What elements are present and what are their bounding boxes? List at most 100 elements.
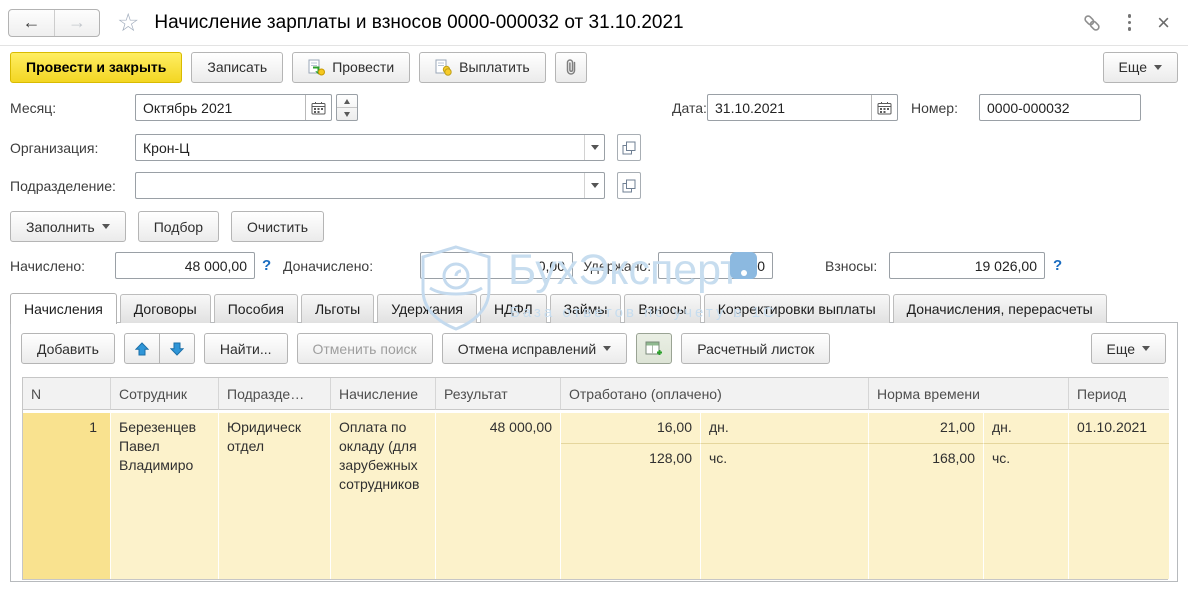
cell-accrual[interactable]: Оплата по окладу (для зарубежных сотрудн…: [331, 410, 436, 579]
number-field[interactable]: 0000-000032: [979, 94, 1141, 121]
month-calendar-button[interactable]: [305, 95, 331, 120]
accrued-help-link[interactable]: ?: [262, 257, 271, 274]
header-worked[interactable]: Отработано (оплачено): [561, 378, 869, 410]
cell-n[interactable]: 1: [23, 410, 111, 579]
chevron-down-icon: [1154, 65, 1162, 70]
header-department[interactable]: Подразде…: [219, 378, 331, 410]
pay-button-label: Выплатить: [459, 59, 530, 75]
kebab-menu-icon[interactable]: [1126, 12, 1134, 33]
table-add-icon: [645, 341, 663, 357]
header-employee[interactable]: Сотрудник: [111, 378, 219, 410]
accruals-panel: Добавить Найти... Отменить поиск Отмена …: [10, 322, 1178, 582]
spinner-down-icon: [344, 112, 350, 117]
cell-norm-days[interactable]: 21,00: [869, 410, 984, 444]
tab-contributions[interactable]: Взносы: [624, 294, 700, 323]
post-button[interactable]: Провести: [292, 52, 410, 83]
cell-worked-days[interactable]: 16,00: [561, 410, 701, 444]
tab-payment-adjustments[interactable]: Корректировки выплаты: [704, 294, 890, 323]
department-open-button[interactable]: [617, 172, 641, 199]
favorite-star-icon[interactable]: ☆: [117, 8, 139, 38]
withheld-value: 0,00: [659, 253, 772, 278]
cell-employee[interactable]: Березенцев Павел Владимиро: [111, 410, 219, 579]
cancel-search-button[interactable]: Отменить поиск: [297, 333, 433, 364]
clear-button[interactable]: Очистить: [231, 211, 324, 242]
post-and-close-button[interactable]: Провести и закрыть: [10, 52, 182, 83]
tab-accruals[interactable]: Начисления: [10, 293, 117, 324]
department-dropdown-button[interactable]: [584, 173, 604, 198]
filler-cell: [984, 478, 1069, 579]
find-button[interactable]: Найти...: [204, 333, 288, 364]
withheld-field[interactable]: 0,00: [658, 252, 773, 279]
chevron-down-icon: [591, 183, 599, 188]
add-row-button[interactable]: Добавить: [21, 333, 115, 364]
accrued-field[interactable]: 48 000,00: [115, 252, 255, 279]
tab-benefits[interactable]: Пособия: [214, 294, 298, 323]
month-field[interactable]: Октябрь 2021: [135, 94, 332, 121]
month-label: Месяц:: [10, 100, 56, 116]
tab-ndfl[interactable]: НДФЛ: [480, 294, 547, 323]
back-button[interactable]: ←: [9, 10, 54, 36]
cell-result[interactable]: 48 000,00: [436, 410, 561, 579]
chevron-down-icon: [102, 224, 110, 229]
organization-open-button[interactable]: [617, 134, 641, 161]
contributions-field[interactable]: 19 026,00: [889, 252, 1045, 279]
month-spinner-down[interactable]: [337, 107, 357, 120]
tab-contracts[interactable]: Договоры: [120, 294, 211, 323]
fill-actions-row: Заполнить Подбор Очистить: [10, 211, 324, 242]
move-row-group: [124, 333, 195, 364]
withheld-label: Удержано:: [583, 258, 651, 274]
header-period[interactable]: Период: [1069, 378, 1169, 410]
header-n[interactable]: N: [23, 378, 111, 410]
chevron-down-icon: [1142, 346, 1150, 351]
tab-privileges[interactable]: Льготы: [301, 294, 374, 323]
more-button-top[interactable]: Еще: [1103, 52, 1179, 83]
contributions-label: Взносы:: [825, 258, 877, 274]
link-icon[interactable]: [1082, 13, 1102, 33]
cell-norm-hours[interactable]: 168,00: [869, 444, 984, 478]
added-field[interactable]: 0,00: [420, 252, 573, 279]
header-result[interactable]: Результат: [436, 378, 561, 410]
month-value: Октябрь 2021: [136, 95, 305, 120]
cell-department[interactable]: Юридическ отдел: [219, 410, 331, 579]
payslip-button[interactable]: Расчетный листок: [681, 333, 830, 364]
title-bar: ← → ☆ Начисление зарплаты и взносов 0000…: [0, 0, 1188, 46]
close-icon[interactable]: ×: [1157, 12, 1170, 34]
chevron-down-icon: [603, 346, 611, 351]
header-norm[interactable]: Норма времени: [869, 378, 1069, 410]
contributions-help-link[interactable]: ?: [1053, 257, 1062, 274]
cell-worked-hours[interactable]: 128,00: [561, 444, 701, 478]
table-row: 1 Березенцев Павел Владимиро Юридическ о…: [23, 410, 1169, 444]
date-calendar-button[interactable]: [871, 95, 897, 120]
attachments-button[interactable]: [555, 52, 587, 83]
organization-dropdown-button[interactable]: [584, 135, 604, 160]
write-button[interactable]: Записать: [191, 52, 283, 83]
organization-field[interactable]: Крон-Ц: [135, 134, 605, 161]
added-label: Доначислено:: [283, 258, 373, 274]
cell-period[interactable]: 01.10.2021: [1069, 410, 1169, 444]
forward-button[interactable]: →: [54, 10, 99, 36]
post-button-label: Провести: [332, 59, 394, 75]
header-accrual[interactable]: Начисление: [331, 378, 436, 410]
pay-button[interactable]: Выплатить: [419, 52, 546, 83]
tab-recalculations[interactable]: Доначисления, перерасчеты: [893, 294, 1107, 323]
tab-loans[interactable]: Займы: [550, 294, 622, 323]
cell-norm-hours-unit: чс.: [984, 444, 1069, 478]
move-up-button[interactable]: [124, 333, 160, 364]
date-field[interactable]: 31.10.2021: [707, 94, 898, 121]
pick-button[interactable]: Подбор: [138, 211, 219, 242]
accruals-table: N Сотрудник Подразде… Начисление Результ…: [22, 377, 1168, 580]
cell-worked-hours-unit: чс.: [701, 444, 869, 478]
page-title: Начисление зарплаты и взносов 0000-00003…: [154, 12, 683, 34]
move-down-button[interactable]: [160, 333, 195, 364]
more-button-grid[interactable]: Еще: [1091, 333, 1167, 364]
calendar-icon: [877, 101, 892, 115]
undo-fixes-button[interactable]: Отмена исправлений: [442, 333, 628, 364]
added-value: 0,00: [421, 253, 572, 278]
number-value: 0000-000032: [980, 95, 1140, 120]
fill-label: Заполнить: [26, 219, 95, 235]
department-field[interactable]: [135, 172, 605, 199]
month-spinner-up[interactable]: [337, 95, 357, 107]
fill-button[interactable]: Заполнить: [10, 211, 126, 242]
tab-deductions[interactable]: Удержания: [377, 294, 477, 323]
insert-column-button[interactable]: [636, 333, 672, 364]
